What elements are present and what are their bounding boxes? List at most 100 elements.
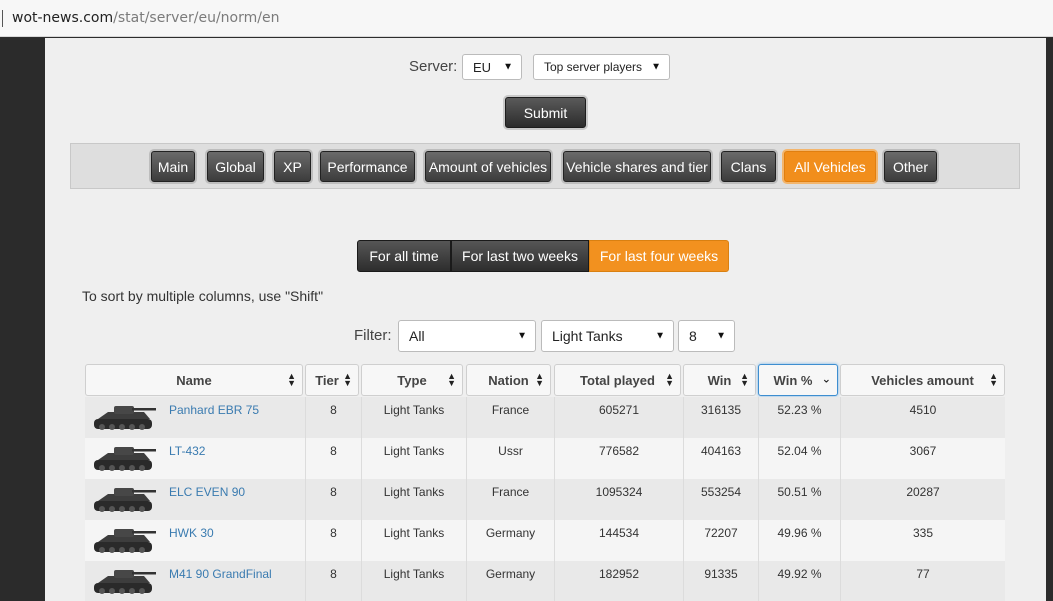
main-content: Server: EU ▼ Top server players ▼ Submit… [45,38,1046,601]
chevron-down-icon: ⌄ [821,373,831,386]
column-header-label: Name [176,372,212,388]
period-four-weeks-button[interactable]: For last four weeks [589,240,729,272]
triangle-down-icon: ▼ [716,330,726,342]
cell-winpct: 49.92 % [758,561,840,601]
cell-amount: 77 [840,561,1005,601]
cell-win: 91335 [683,561,758,601]
table-row: Panhard EBR 75 8 Light Tanks France 605271 31… [85,397,1005,438]
cell-winpct: 52.04 % [758,438,840,479]
server-select[interactable]: EU ▼ [462,54,522,80]
cell-total: 144534 [554,520,683,561]
cell-total: 1095324 [554,479,683,520]
cell-nation: France [466,397,554,438]
tab-vehicle-shares-and-tier[interactable]: Vehicle shares and tier [563,151,711,182]
cell-total: 776582 [554,438,683,479]
table-row: LT-432 8 Light Tanks Ussr 776582 404163 52.04 … [85,438,1005,479]
sort-updown-icon: ▲ ▼ [989,371,998,388]
triangle-down-icon: ▼ [655,330,665,342]
tank-thumbnail-icon [88,481,160,517]
sort-updown-icon: ▲ ▼ [343,371,352,388]
cell-winpct: 52.23 % [758,397,840,438]
vehicle-name-link[interactable]: Panhard EBR 75 [169,403,259,417]
tab-main[interactable]: Main [151,151,195,182]
column-header-win-percent[interactable]: Win % ⌄ [758,364,838,396]
tab-amount-of-vehicles[interactable]: Amount of vehicles [425,151,551,182]
url-path: /stat/server/eu/norm/en [113,10,280,26]
tab-all-vehicles[interactable]: All Vehicles [784,151,876,182]
tank-thumbnail-icon [88,440,160,476]
table-row: HWK 30 8 Light Tanks Germany 144534 72207 49.9… [85,520,1005,561]
column-header-label: Vehicles amount [871,372,974,388]
cell-amount: 20287 [840,479,1005,520]
cell-amount: 4510 [840,397,1005,438]
sort-hint-text: To sort by multiple columns, use "Shift" [82,288,324,304]
mode-select[interactable]: Top server players ▼ [533,54,670,80]
cell-tier: 8 [305,479,361,520]
cell-win: 72207 [683,520,758,561]
cell-type: Light Tanks [361,479,466,520]
category-tab-bar: Main Global XP Performance Amount of veh… [70,143,1020,189]
cell-tier: 8 [305,520,361,561]
tank-thumbnail-icon [88,522,160,558]
table-row: ELC EVEN 90 8 Light Tanks France 1095324 5532… [85,479,1005,520]
column-header-label: Win [707,372,732,388]
submit-button[interactable]: Submit [505,97,586,128]
vehicle-name-link[interactable]: LT-432 [169,444,205,458]
cell-type: Light Tanks [361,520,466,561]
filter-nation-select[interactable]: All ▼ [398,320,536,352]
column-header-total-played[interactable]: Total played ▲ ▼ [554,364,681,396]
cell-nation: Germany [466,561,554,601]
cell-winpct: 49.96 % [758,520,840,561]
column-header-label: Win % [773,372,813,388]
tab-global[interactable]: Global [207,151,264,182]
triangle-down-icon: ▼ [517,330,527,342]
column-header-label: Type [397,372,427,388]
vehicle-name-link[interactable]: M41 90 GrandFinal [169,567,272,581]
server-label: Server: [409,58,458,75]
cell-nation: Ussr [466,438,554,479]
tank-thumbnail-icon [88,399,160,435]
column-header-vehicles-amount[interactable]: Vehicles amount ▲ ▼ [840,364,1005,396]
url-text[interactable]: wot-news.com/stat/server/eu/norm/en [12,10,279,26]
column-header-label: Nation [488,372,529,388]
column-header-nation[interactable]: Nation ▲ ▼ [466,364,551,396]
tab-clans[interactable]: Clans [721,151,776,182]
tab-performance[interactable]: Performance [320,151,415,182]
filter-label: Filter: [354,327,392,344]
vehicle-name-link[interactable]: ELC EVEN 90 [169,485,245,499]
url-host: wot-news.com [12,10,114,26]
sort-updown-icon: ▲ ▼ [447,371,456,388]
cell-nation: France [466,479,554,520]
column-header-win[interactable]: Win ▲ ▼ [683,364,756,396]
vehicle-name-link[interactable]: HWK 30 [169,526,214,540]
server-select-value: EU [473,59,492,75]
table-row: M41 90 GrandFinal 8 Light Tanks Germany 1829… [85,561,1005,601]
triangle-down-icon: ▼ [503,61,513,73]
filter-type-select[interactable]: Light Tanks ▼ [541,320,674,352]
period-two-weeks-button[interactable]: For last two weeks [451,240,589,272]
sort-updown-icon: ▲ ▼ [535,371,544,388]
text-caret [2,10,3,27]
sort-updown-icon: ▲ ▼ [287,371,296,388]
cell-name: LT-432 [85,438,305,479]
address-bar[interactable]: wot-news.com/stat/server/eu/norm/en [0,0,1053,37]
cell-name: M41 90 GrandFinal [85,561,305,601]
mode-select-value: Top server players [544,60,643,74]
cell-win: 316135 [683,397,758,438]
filter-nation-value: All [409,328,425,344]
cell-amount: 3067 [840,438,1005,479]
filter-type-value: Light Tanks [552,328,623,344]
triangle-down-icon: ▼ [651,61,661,73]
column-header-type[interactable]: Type ▲ ▼ [361,364,463,396]
column-header-tier[interactable]: Tier ▲ ▼ [305,364,359,396]
tab-xp[interactable]: XP [274,151,311,182]
tank-thumbnail-icon [88,563,160,599]
cell-nation: Germany [466,520,554,561]
tab-other[interactable]: Other [884,151,937,182]
filter-tier-select[interactable]: 8 ▼ [678,320,735,352]
period-all-time-button[interactable]: For all time [357,240,451,272]
cell-winpct: 50.51 % [758,479,840,520]
column-header-name[interactable]: Name ▲ ▼ [85,364,303,396]
cell-tier: 8 [305,438,361,479]
cell-total: 605271 [554,397,683,438]
